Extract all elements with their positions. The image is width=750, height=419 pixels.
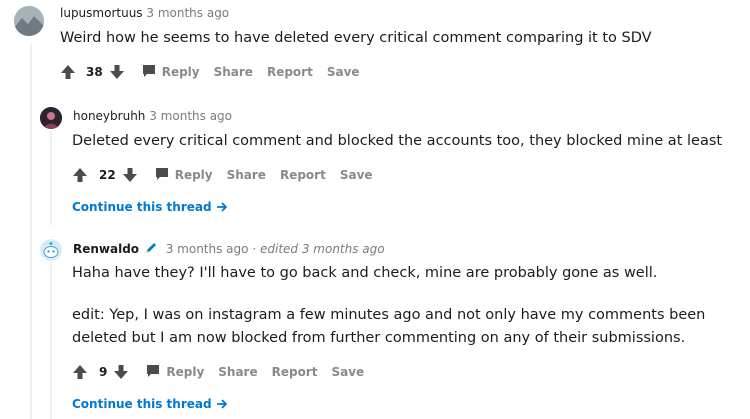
comment-actions: 9 Reply Share Report Save bbox=[72, 362, 364, 382]
reply-button[interactable]: Reply bbox=[141, 63, 200, 82]
reply-icon bbox=[141, 63, 162, 82]
downvote-icon[interactable] bbox=[122, 167, 138, 183]
meta-separator: · bbox=[252, 242, 257, 256]
arrow-right-icon bbox=[216, 398, 228, 410]
comment-meta: honeybruhh 3 months ago bbox=[73, 109, 232, 123]
comment-meta: Renwaldo 3 months ago · edited 3 months … bbox=[73, 241, 385, 258]
downvote-icon[interactable] bbox=[113, 364, 129, 380]
timestamp[interactable]: 3 months ago bbox=[146, 6, 229, 20]
upvote-icon[interactable] bbox=[60, 64, 76, 80]
username[interactable]: honeybruhh bbox=[73, 109, 145, 123]
comment-body-line: deleted but I am now blocked from furthe… bbox=[72, 330, 686, 346]
avatar[interactable] bbox=[40, 239, 62, 261]
continue-thread-label: Continue this thread bbox=[72, 200, 212, 214]
timestamp[interactable]: 3 months ago bbox=[149, 109, 232, 123]
save-button[interactable]: Save bbox=[331, 365, 364, 379]
comment-actions: 22 Reply Share Report Save bbox=[72, 165, 373, 185]
thread-line-child[interactable] bbox=[50, 262, 52, 419]
comment-body: Weird how he seems to have deleted every… bbox=[60, 30, 652, 46]
continue-thread-link[interactable]: Continue this thread bbox=[72, 200, 228, 214]
upvote-icon[interactable] bbox=[72, 364, 88, 380]
reply-icon bbox=[145, 363, 166, 382]
comment-body-line: Haha have they? I'll have to go back and… bbox=[72, 265, 658, 281]
report-button[interactable]: Report bbox=[280, 168, 326, 182]
share-button[interactable]: Share bbox=[227, 168, 266, 182]
reply-button[interactable]: Reply bbox=[154, 166, 213, 185]
thread-line-root[interactable] bbox=[30, 44, 32, 419]
comment-body: Deleted every critical comment and block… bbox=[72, 133, 723, 149]
arrow-right-icon bbox=[216, 201, 228, 213]
reply-label: Reply bbox=[161, 65, 200, 79]
comment-actions: 38 Reply Share Report Save bbox=[60, 62, 360, 82]
report-button[interactable]: Report bbox=[267, 65, 313, 79]
comment-body-line: edit: Yep, I was on instagram a few minu… bbox=[72, 307, 706, 323]
continue-thread-label: Continue this thread bbox=[72, 397, 212, 411]
downvote-icon[interactable] bbox=[109, 64, 125, 80]
reply-label: Reply bbox=[174, 168, 213, 182]
save-button[interactable]: Save bbox=[327, 65, 360, 79]
comment-meta: lupusmortuus 3 months ago bbox=[60, 6, 229, 20]
edited-timestamp: edited 3 months ago bbox=[259, 242, 385, 256]
pencil-flair-icon bbox=[144, 241, 158, 258]
continue-thread-link[interactable]: Continue this thread bbox=[72, 397, 228, 411]
vote-count: 9 bbox=[99, 365, 108, 379]
avatar[interactable] bbox=[40, 107, 62, 129]
avatar[interactable] bbox=[14, 6, 44, 36]
reply-icon bbox=[154, 166, 175, 185]
reply-button[interactable]: Reply bbox=[145, 363, 204, 382]
share-button[interactable]: Share bbox=[218, 365, 257, 379]
timestamp[interactable]: 3 months ago bbox=[166, 242, 249, 256]
upvote-icon[interactable] bbox=[72, 167, 88, 183]
save-button[interactable]: Save bbox=[340, 168, 373, 182]
share-button[interactable]: Share bbox=[214, 65, 253, 79]
username[interactable]: Renwaldo bbox=[73, 242, 139, 256]
report-button[interactable]: Report bbox=[272, 365, 318, 379]
thread-line-child[interactable] bbox=[50, 130, 52, 225]
reply-label: Reply bbox=[166, 365, 205, 379]
vote-count: 22 bbox=[99, 168, 116, 182]
vote-count: 38 bbox=[86, 65, 103, 79]
username[interactable]: lupusmortuus bbox=[60, 6, 143, 20]
